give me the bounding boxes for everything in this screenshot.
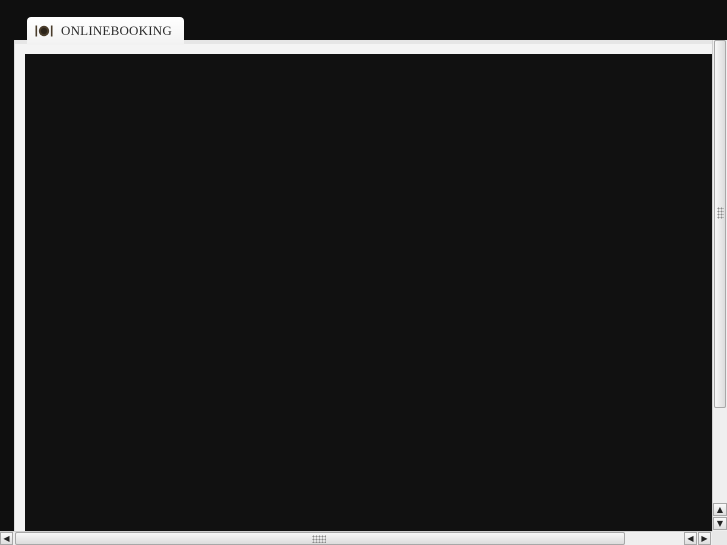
horizontal-scrollbar[interactable]: ◀ ◀ ▶	[0, 531, 712, 545]
scroll-right-button[interactable]: ▶	[698, 532, 711, 545]
scroll-left-button[interactable]: ◀	[0, 532, 13, 545]
scroll-up-button[interactable]: ▲	[713, 503, 727, 516]
scroll-left-button-end[interactable]: ◀	[684, 532, 697, 545]
vertical-scroll-thumb[interactable]	[714, 40, 726, 408]
tab-onlinebooking[interactable]: ONLINEBOOKING	[27, 17, 184, 45]
grip-icon	[717, 207, 724, 219]
page: ONLINEBOOKING ▲ ▼ ◀ ◀ ▶	[0, 0, 727, 545]
scroll-down-button[interactable]: ▼	[713, 517, 727, 530]
tab-label: ONLINEBOOKING	[61, 23, 172, 38]
scrollbar-corner	[712, 531, 727, 545]
main-content-area	[25, 54, 712, 531]
horizontal-scroll-thumb[interactable]	[15, 532, 625, 545]
vertical-scrollbar[interactable]: ▲ ▼	[712, 40, 727, 531]
grip-icon	[312, 535, 326, 543]
plate-cutlery-icon	[35, 24, 53, 38]
